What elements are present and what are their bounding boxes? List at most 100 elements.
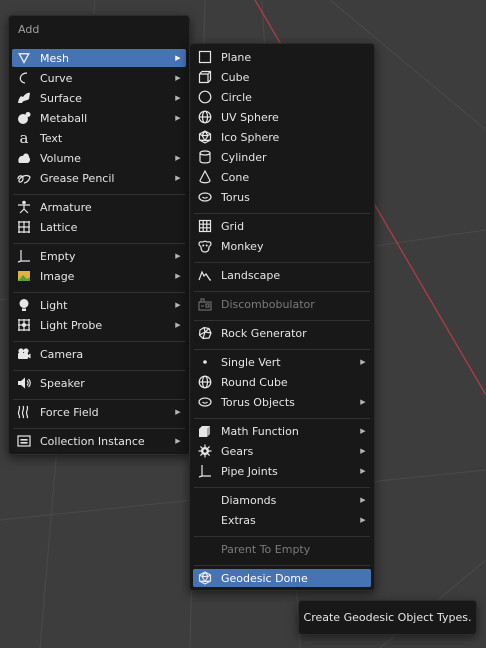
menu-item-cube[interactable]: Cube [193, 68, 371, 86]
submenu-arrow-icon: ▶ [360, 358, 366, 366]
image-icon [17, 269, 31, 283]
menu-item-cylinder[interactable]: Cylinder [193, 148, 371, 166]
submenu-arrow-icon: ▶ [360, 398, 366, 406]
menu-separator [13, 194, 185, 195]
menu-item-parent-to-empty[interactable]: Parent To Empty [193, 540, 371, 558]
menu-item-gears[interactable]: Gears ▶ [193, 442, 371, 460]
discombobulator-icon [198, 297, 212, 311]
circle-icon [198, 90, 212, 104]
submenu-arrow-icon: ▶ [360, 427, 366, 435]
geodesic-dome-icon [198, 571, 212, 585]
menu-item-grease-pencil[interactable]: Grease Pencil ▶ [12, 169, 186, 187]
add-menu: Add Mesh ▶ Curve ▶ Surface ▶ Metaball ▶ … [8, 15, 190, 455]
empty-icon [17, 249, 31, 263]
plane-icon [198, 50, 212, 64]
light-icon [17, 298, 31, 312]
menu-item-empty[interactable]: Empty ▶ [12, 247, 186, 265]
menu-item-collection-instance[interactable]: Collection Instance ▶ [12, 432, 186, 450]
menu-item-monkey[interactable]: Monkey [193, 237, 371, 255]
menu-separator [13, 341, 185, 342]
ico-sphere-icon [198, 130, 212, 144]
torus-objects-icon [198, 395, 212, 409]
grease-pencil-icon [17, 171, 31, 185]
menu-item-image[interactable]: Image ▶ [12, 267, 186, 285]
single-vert-icon [198, 355, 212, 369]
menu-item-lattice[interactable]: Lattice [12, 218, 186, 236]
force-field-icon [17, 405, 31, 419]
lattice-icon [17, 220, 31, 234]
menu-separator [194, 418, 370, 419]
menu-item-single-vert[interactable]: Single Vert ▶ [193, 353, 371, 371]
menu-item-light-probe[interactable]: Light Probe ▶ [12, 316, 186, 334]
cylinder-icon [198, 150, 212, 164]
submenu-arrow-icon: ▶ [175, 301, 181, 309]
mesh-icon [17, 51, 31, 65]
menu-separator [13, 243, 185, 244]
math-function-icon [198, 424, 212, 438]
menu-item-curve[interactable]: Curve ▶ [12, 69, 186, 87]
tooltip-text: Create Geodesic Object Types. [303, 611, 472, 624]
grid-icon [198, 219, 212, 233]
menu-item-extras[interactable]: Extras ▶ [193, 511, 371, 529]
menu-item-landscape[interactable]: Landscape [193, 266, 371, 284]
menu-item-math-function[interactable]: Math Function ▶ [193, 422, 371, 440]
menu-separator [13, 399, 185, 400]
menu-item-camera[interactable]: Camera [12, 345, 186, 363]
submenu-arrow-icon: ▶ [175, 437, 181, 445]
text-icon: a [19, 129, 29, 147]
cone-icon [198, 169, 212, 184]
volume-icon [17, 151, 31, 165]
menu-item-torus-objects[interactable]: Torus Objects ▶ [193, 393, 371, 411]
menu-separator [194, 320, 370, 321]
menu-item-grid[interactable]: Grid [193, 217, 371, 235]
menu-item-speaker[interactable]: Speaker [12, 374, 186, 392]
menu-item-discombobulator[interactable]: Discombobulator [193, 295, 371, 313]
menu-separator [194, 213, 370, 214]
monkey-icon [198, 239, 212, 253]
collection-icon [17, 434, 31, 448]
menu-separator [194, 487, 370, 488]
submenu-arrow-icon: ▶ [360, 516, 366, 524]
menu-item-round-cube[interactable]: Round Cube [193, 373, 371, 391]
submenu-arrow-icon: ▶ [360, 496, 366, 504]
mesh-submenu: Plane Cube Circle UV Sphere Ico Sphere C… [189, 43, 375, 591]
light-probe-icon [17, 318, 31, 332]
menu-item-armature[interactable]: Armature [12, 198, 186, 216]
submenu-arrow-icon: ▶ [175, 174, 181, 182]
landscape-icon [198, 268, 212, 282]
menu-item-mesh[interactable]: Mesh ▶ [12, 49, 186, 67]
menu-item-surface[interactable]: Surface ▶ [12, 89, 186, 107]
submenu-arrow-icon: ▶ [175, 252, 181, 260]
menu-separator [13, 292, 185, 293]
menu-separator [13, 428, 185, 429]
menu-item-text[interactable]: a Text [12, 129, 186, 147]
camera-icon [17, 347, 31, 361]
menu-separator [194, 565, 370, 566]
menu-separator [194, 262, 370, 263]
surface-icon [17, 91, 31, 105]
submenu-arrow-icon: ▶ [175, 114, 181, 122]
submenu-arrow-icon: ▶ [175, 408, 181, 416]
menu-separator [194, 291, 370, 292]
menu-separator [194, 536, 370, 537]
menu-item-torus[interactable]: Torus [193, 188, 371, 206]
menu-item-circle[interactable]: Circle [193, 88, 371, 106]
menu-item-diamonds[interactable]: Diamonds ▶ [193, 491, 371, 509]
menu-item-metaball[interactable]: Metaball ▶ [12, 109, 186, 127]
uv-sphere-icon [198, 110, 212, 124]
menu-item-geodesic-dome[interactable]: Geodesic Dome [193, 569, 371, 587]
menu-item-light[interactable]: Light ▶ [12, 296, 186, 314]
submenu-arrow-icon: ▶ [360, 447, 366, 455]
submenu-arrow-icon: ▶ [175, 272, 181, 280]
curve-icon [17, 71, 31, 85]
menu-item-rock-generator[interactable]: Rock Generator [193, 324, 371, 342]
menu-item-uv-sphere[interactable]: UV Sphere [193, 108, 371, 126]
menu-item-pipe-joints[interactable]: Pipe Joints ▶ [193, 462, 371, 480]
menu-item-cone[interactable]: Cone [193, 168, 371, 186]
menu-item-plane[interactable]: Plane [193, 48, 371, 66]
menu-item-force-field[interactable]: Force Field ▶ [12, 403, 186, 421]
torus-icon [198, 190, 212, 204]
gears-icon [198, 444, 212, 458]
menu-item-volume[interactable]: Volume ▶ [12, 149, 186, 167]
menu-item-ico-sphere[interactable]: Ico Sphere [193, 128, 371, 146]
